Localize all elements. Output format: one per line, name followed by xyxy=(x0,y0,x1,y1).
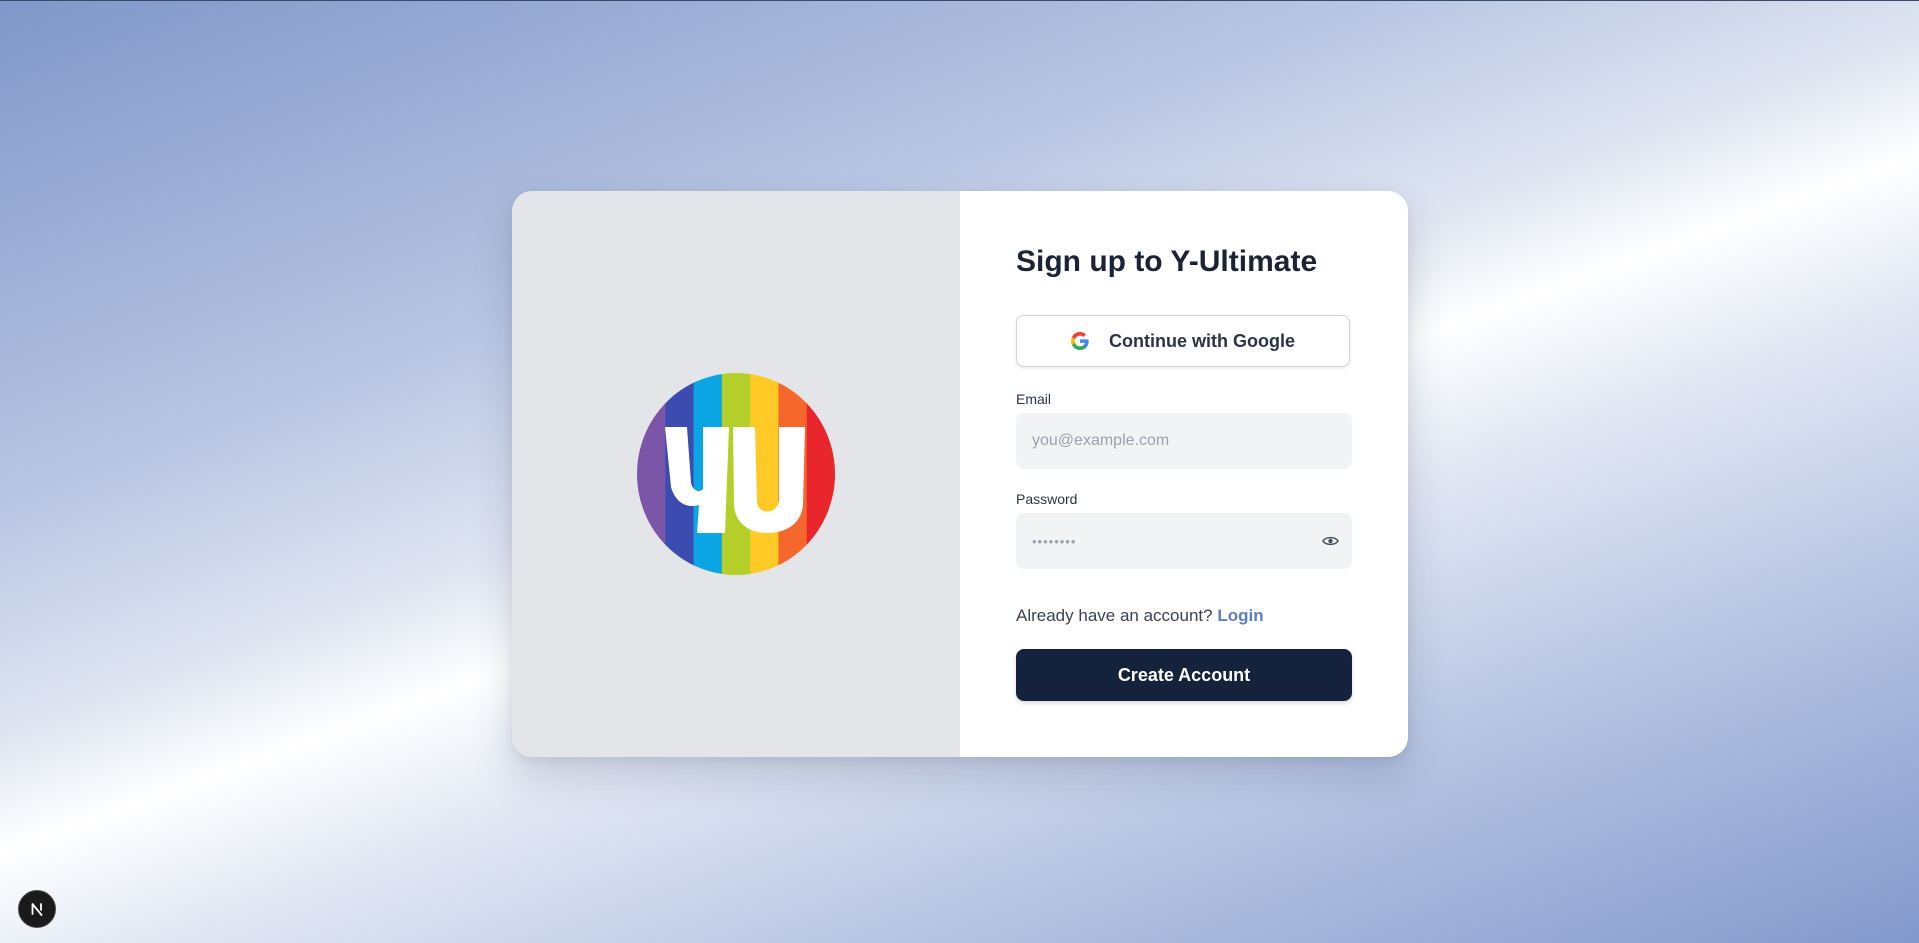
eye-icon[interactable] xyxy=(1320,532,1340,550)
password-label: Password xyxy=(1016,491,1078,507)
google-icon xyxy=(1071,332,1089,350)
logo-stripe xyxy=(637,373,666,575)
email-field[interactable] xyxy=(1016,413,1352,469)
brand-panel xyxy=(512,191,960,757)
top-border xyxy=(0,0,1919,1)
page-title: Sign up to Y-Ultimate xyxy=(1016,245,1318,278)
login-prompt: Already have an account? Login xyxy=(1016,606,1264,626)
y-ultimate-logo xyxy=(637,373,835,575)
logo-stripe xyxy=(806,373,835,575)
signup-card: Sign up to Y-Ultimate Continue with Goog… xyxy=(512,191,1408,757)
create-account-button[interactable]: Create Account xyxy=(1016,649,1352,701)
nextjs-icon xyxy=(31,903,43,916)
email-label: Email xyxy=(1016,391,1052,407)
login-prompt-text: Already have an account? xyxy=(1016,606,1213,625)
password-field-wrapper xyxy=(1016,513,1352,569)
google-button-label: Continue with Google xyxy=(1109,330,1295,351)
google-signin-button[interactable]: Continue with Google xyxy=(1016,315,1350,367)
nextjs-dev-badge[interactable] xyxy=(18,890,56,928)
login-link[interactable]: Login xyxy=(1217,606,1263,625)
password-field[interactable] xyxy=(1016,513,1352,569)
signup-form-panel: Sign up to Y-Ultimate Continue with Goog… xyxy=(960,191,1408,757)
email-field-wrapper xyxy=(1016,413,1352,469)
